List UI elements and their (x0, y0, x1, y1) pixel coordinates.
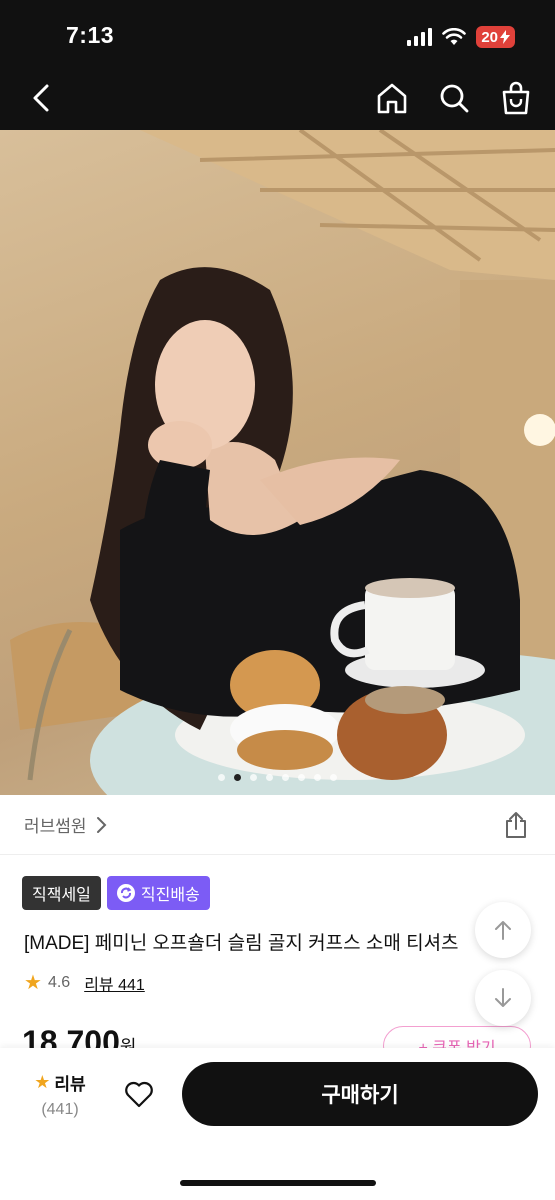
product-rating: ★ 4.6 리뷰 441 (24, 970, 145, 995)
charging-bolt-icon (500, 30, 510, 44)
review-label: 리뷰 (54, 1075, 86, 1094)
heart-icon[interactable] (124, 1080, 154, 1108)
review-summary[interactable]: ★ 리뷰 (441) (30, 1070, 90, 1119)
page-dot[interactable] (218, 774, 225, 781)
rating-score: 4.6 (47, 973, 71, 991)
star-icon: ★ (24, 972, 42, 994)
product-image[interactable] (0, 130, 555, 795)
scroll-down-button[interactable] (475, 970, 531, 1026)
page-dot[interactable] (330, 774, 337, 781)
battery-indicator: 20 (476, 26, 515, 48)
page-dot[interactable] (282, 774, 289, 781)
status-icons: 20 (407, 26, 515, 48)
page-dot[interactable] (314, 774, 321, 781)
sale-badge-label: 직잭세일 (32, 887, 91, 904)
review-summary-top: ★ 리뷰 (30, 1070, 90, 1095)
share-icon[interactable] (503, 811, 529, 839)
home-indicator (180, 1180, 376, 1186)
reviews-link[interactable]: 리뷰 441 (84, 971, 145, 995)
product-badges: 직잭세일 직진배송 (22, 876, 210, 910)
page-dot[interactable] (266, 774, 273, 781)
buy-button[interactable]: 구매하기 (182, 1062, 538, 1126)
product-title: [MADE] 페미닌 오프숄더 슬림 골지 커프스 소매 티셔츠 (24, 933, 459, 954)
direct-delivery-badge: 직진배송 (106, 876, 210, 910)
page-dot[interactable] (250, 774, 257, 781)
arrow-up-icon (495, 921, 511, 940)
shopping-bag-icon[interactable] (499, 80, 533, 116)
arrow-down-icon (495, 988, 511, 1007)
search-icon[interactable] (437, 80, 471, 116)
chevron-right-icon (96, 816, 106, 833)
direct-delivery-label: 직진배송 (140, 887, 200, 904)
home-icon[interactable] (375, 80, 409, 116)
top-bar: 7:13 20 (0, 0, 555, 130)
brand-name[interactable]: 러브썸원 (24, 812, 87, 837)
product-photo (10, 130, 555, 795)
page-dot-active[interactable] (234, 774, 241, 781)
battery-level: 20 (481, 28, 498, 46)
scroll-up-button[interactable] (475, 902, 531, 958)
review-count: (441) (41, 1101, 79, 1118)
page-dot[interactable] (298, 774, 305, 781)
bottom-action-bar: ★ 리뷰 (441) 구매하기 (0, 1048, 555, 1200)
delivery-icon (116, 884, 135, 902)
nav-actions (375, 80, 533, 116)
star-icon: ★ (34, 1072, 51, 1092)
sale-badge: 직잭세일 (22, 876, 101, 910)
status-time: 7:13 (66, 22, 115, 48)
brand-row[interactable]: 러브썸원 (0, 795, 555, 855)
cellular-signal-icon (407, 28, 433, 46)
image-pagination (0, 774, 555, 781)
back-arrow-icon[interactable] (24, 80, 60, 116)
wifi-icon (442, 28, 467, 45)
